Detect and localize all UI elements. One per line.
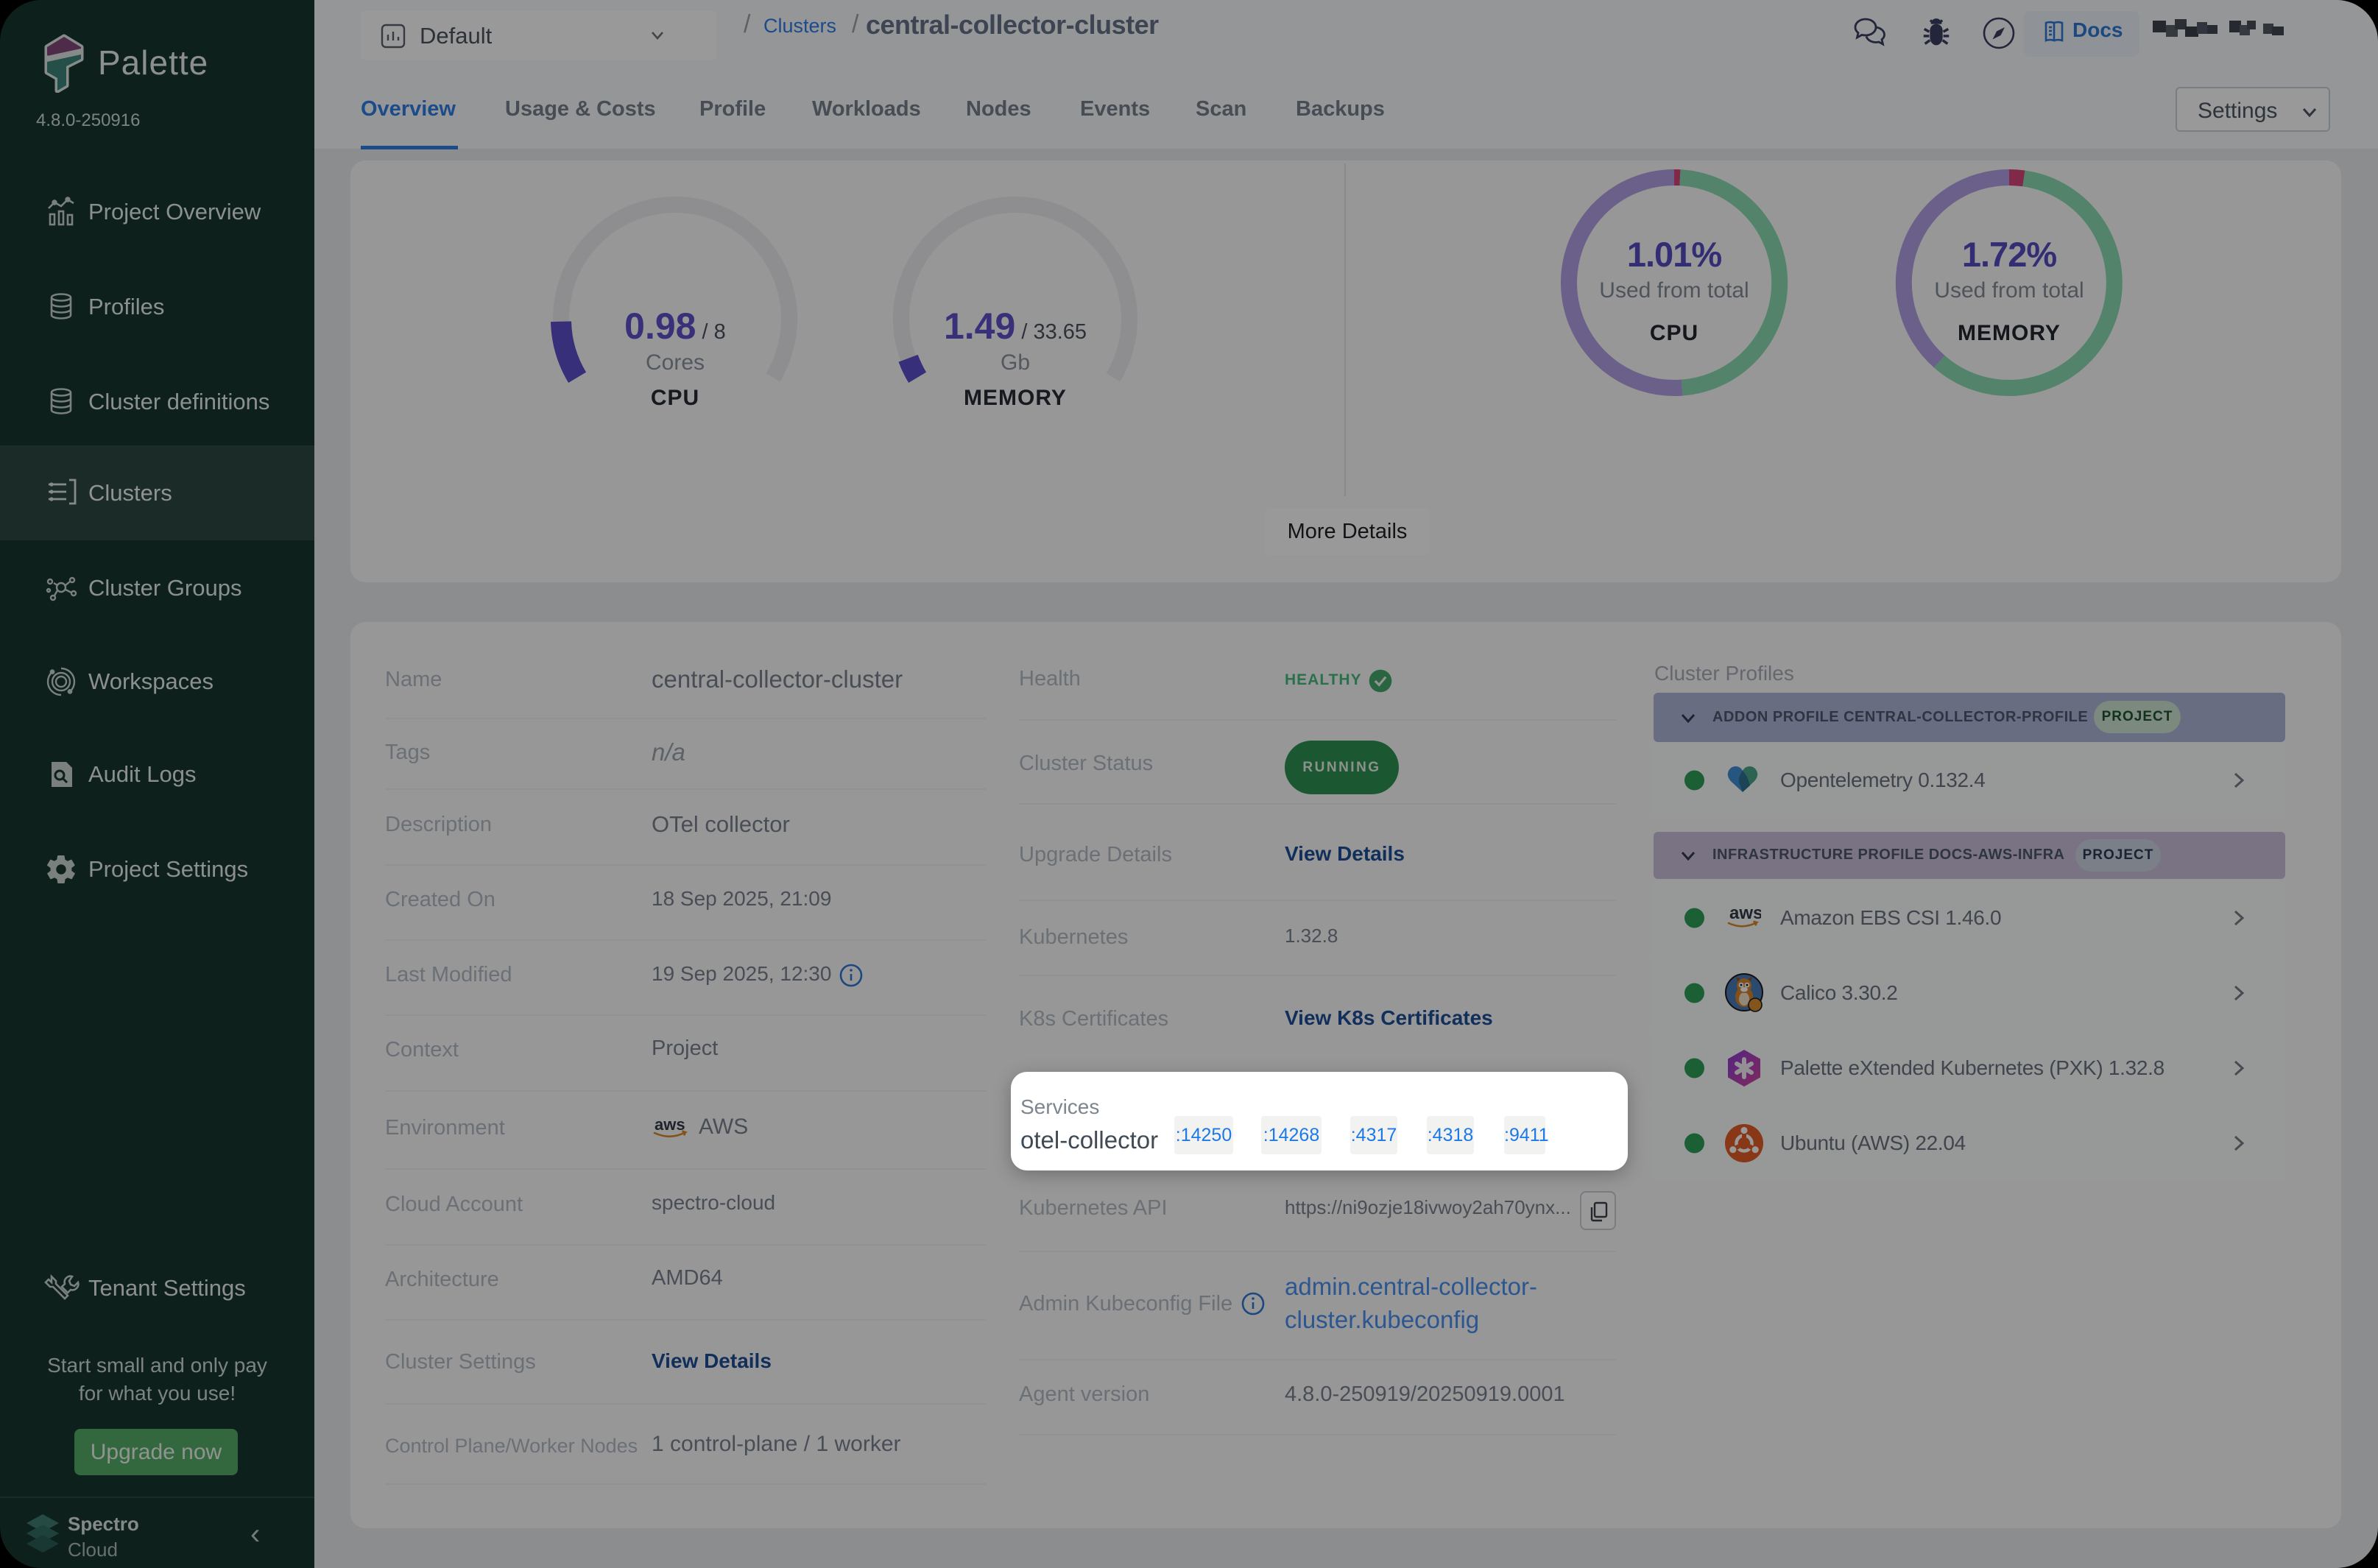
svg-text:aws: aws <box>655 1115 685 1134</box>
svg-text:aws: aws <box>1729 904 1761 923</box>
